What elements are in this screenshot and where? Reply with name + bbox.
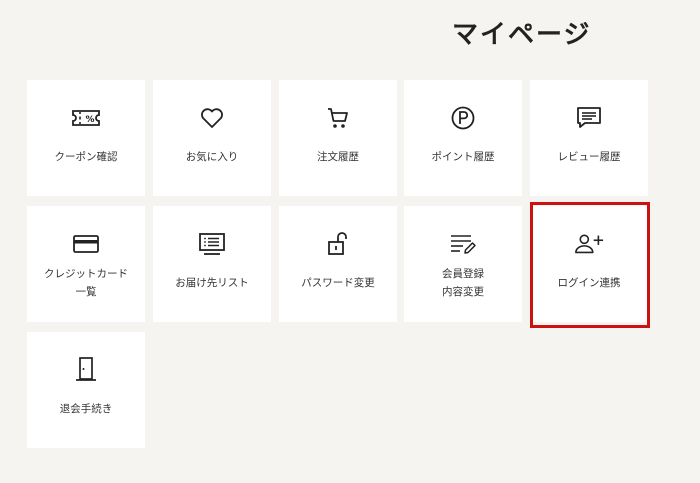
heart-icon <box>197 104 227 132</box>
address-list-icon <box>197 230 227 258</box>
menu-tile-login-link[interactable]: ログイン連携 <box>530 206 648 322</box>
unlock-icon <box>323 230 353 258</box>
review-icon <box>574 104 604 132</box>
menu-label: 会員登録 内容変更 <box>442 268 484 298</box>
menu-tile-profile-edit[interactable]: 会員登録 内容変更 <box>404 206 522 322</box>
menu-tile-coupon[interactable]: % クーポン確認 <box>27 80 145 196</box>
menu-label: レビュー履歴 <box>557 151 621 163</box>
menu-label: ポイント履歴 <box>431 151 495 163</box>
menu-label: パスワード変更 <box>301 277 375 289</box>
menu-label: ログイン連携 <box>557 277 621 289</box>
menu-label: 退会手続き <box>59 403 113 415</box>
add-user-icon <box>574 230 604 258</box>
menu-tile-credit-cards[interactable]: クレジットカード 一覧 <box>27 206 145 322</box>
menu-tile-withdraw[interactable]: 退会手続き <box>27 332 145 448</box>
menu-tile-password-change[interactable]: パスワード変更 <box>279 206 397 322</box>
svg-text:%: % <box>85 115 94 125</box>
point-icon <box>448 104 478 132</box>
menu-tile-review-history[interactable]: レビュー履歴 <box>530 80 648 196</box>
menu-label: お気に入り <box>185 151 239 163</box>
menu-label: お届け先リスト <box>175 277 249 289</box>
credit-card-icon <box>71 230 101 258</box>
menu-label: クレジットカード 一覧 <box>44 268 128 298</box>
menu-tile-favorites[interactable]: お気に入り <box>153 80 271 196</box>
coupon-icon: % <box>71 104 101 132</box>
menu-label: 注文履歴 <box>317 151 359 163</box>
exit-door-icon <box>71 356 101 384</box>
menu-label: クーポン確認 <box>54 151 118 163</box>
menu-tile-address-list[interactable]: お届け先リスト <box>153 206 271 322</box>
cart-icon <box>323 104 353 132</box>
edit-profile-icon <box>448 230 478 258</box>
page-title: マイページ <box>452 20 592 50</box>
menu-tile-point-history[interactable]: ポイント履歴 <box>404 80 522 196</box>
menu-tile-order-history[interactable]: 注文履歴 <box>279 80 397 196</box>
